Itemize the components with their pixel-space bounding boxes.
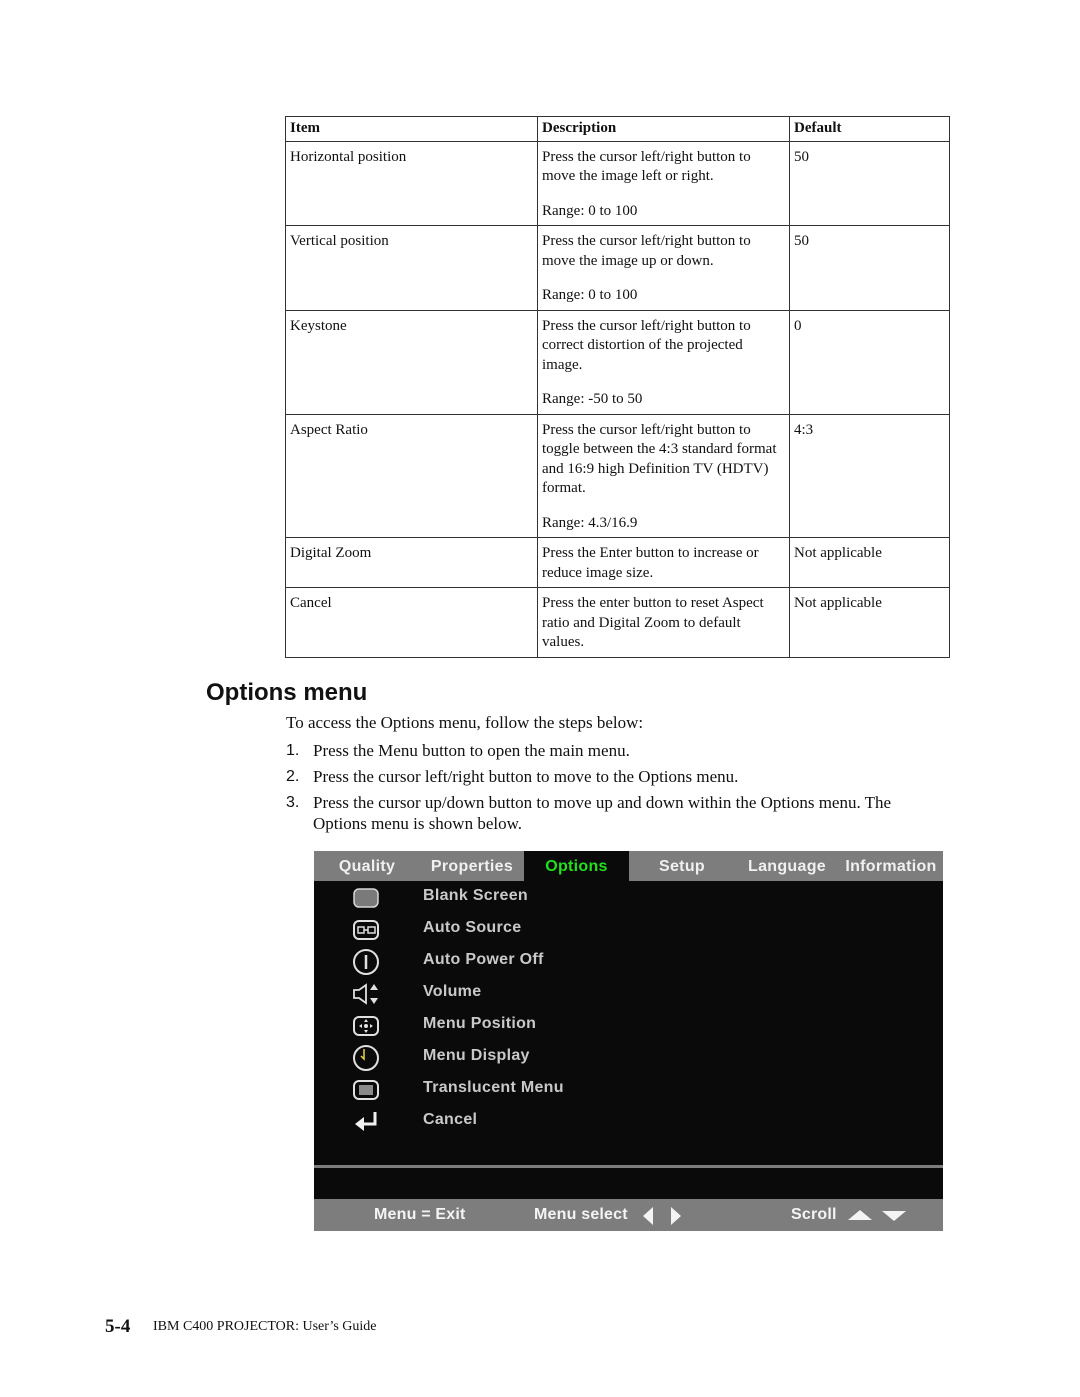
cell-item: Digital Zoom [285, 537, 538, 588]
cell-description: Press the cursor left/right button to mo… [537, 225, 790, 311]
range-text: Range: 4.3/16.9 [542, 514, 638, 531]
cell-description: Press the Enter button to increase or re… [537, 537, 790, 588]
osd-footer-bar: Menu = Exit Menu select Scroll [314, 1199, 943, 1231]
step-text: Press the cursor left/right button to mo… [313, 767, 739, 786]
menu-item-auto-source[interactable]: Auto Source [314, 914, 943, 946]
column-header-default: Default [789, 116, 950, 142]
step-text: Press the cursor up/down button to move … [313, 793, 892, 833]
menu-item-label: Cancel [423, 1111, 478, 1128]
menu-item-label: Blank Screen [423, 887, 528, 904]
translucent-icon [353, 1080, 379, 1100]
osd-divider [314, 1165, 943, 1168]
page-number: 5-4 [105, 1316, 131, 1337]
osd-tab-bar: Quality Properties Options Setup Languag… [314, 851, 943, 881]
document-title: IBM C400 PROJECTOR: User’s Guide [153, 1319, 377, 1334]
cell-default: 0 [789, 309, 950, 415]
auto-source-icon [353, 920, 379, 940]
step-text: Press the Menu button to open the main m… [313, 741, 630, 760]
menu-item-label: Translucent Menu [423, 1079, 564, 1096]
options-menu-osd: Quality Properties Options Setup Languag… [314, 851, 943, 1231]
step-item: 1. Press the Menu button to open the main… [286, 740, 936, 761]
cell-description: Press the enter button to reset Aspect r… [537, 587, 790, 658]
cell-item: Keystone [285, 309, 538, 415]
settings-table: Item Description Default Horizontal posi… [285, 116, 950, 658]
menu-position-icon [353, 1016, 379, 1036]
menu-exit-hint: Menu = Exit [374, 1206, 466, 1223]
tab-setup[interactable]: Setup [629, 851, 735, 881]
menu-item-translucent-menu[interactable]: Translucent Menu [314, 1074, 943, 1106]
step-number: 2. [286, 768, 300, 785]
range-text: Range: 0 to 100 [542, 202, 638, 219]
table-row: Aspect Ratio Press the cursor left/right… [285, 413, 950, 538]
menu-item-label: Menu Position [423, 1015, 537, 1032]
description-text: Press the enter button to reset Aspect r… [542, 595, 764, 650]
cell-default: Not applicable [789, 537, 950, 588]
step-number: 1. [286, 742, 300, 759]
menu-select-hint: Menu select [534, 1206, 628, 1223]
up-down-arrows-icon [848, 1210, 906, 1221]
cell-item: Aspect Ratio [285, 413, 538, 538]
menu-item-auto-power-off[interactable]: Auto Power Off [314, 946, 943, 978]
tab-properties[interactable]: Properties [420, 851, 524, 881]
menu-item-volume[interactable]: Volume [314, 978, 943, 1010]
step-item: 3. Press the cursor up/down button to mov… [286, 792, 936, 834]
tab-language[interactable]: Language [735, 851, 839, 881]
column-header-description: Description [537, 116, 790, 142]
menu-item-label: Auto Source [423, 919, 522, 936]
table-row: Digital Zoom Press the Enter button to i… [285, 537, 950, 588]
description-text: Press the cursor left/right button to co… [542, 317, 751, 373]
clock-icon [353, 1045, 379, 1071]
table-header-row: Item Description Default [285, 116, 950, 142]
range-text: Range: -50 to 50 [542, 391, 643, 407]
menu-item-label: Menu Display [423, 1047, 530, 1064]
enter-return-icon [355, 1112, 377, 1131]
cell-default: 50 [789, 140, 950, 226]
table-row: Vertical position Press the cursor left/… [285, 225, 950, 311]
menu-item-label: Volume [423, 983, 482, 1000]
left-right-arrows-icon [643, 1207, 681, 1225]
description-text: Press the cursor left/right button to to… [542, 421, 777, 497]
section-heading: Options menu [206, 679, 368, 706]
description-text: Press the cursor left/right button to mo… [542, 233, 751, 269]
menu-item-label: Auto Power Off [423, 951, 544, 968]
cell-default: 4:3 [789, 413, 950, 538]
column-header-item: Item [285, 116, 538, 142]
menu-item-cancel[interactable]: Cancel [314, 1106, 943, 1138]
steps-list: 1. Press the Menu button to open the main… [286, 740, 936, 839]
cell-item: Vertical position [285, 225, 538, 311]
power-icon [353, 949, 379, 975]
range-text: Range: 0 to 100 [542, 287, 638, 303]
intro-text: To access the Options menu, follow the s… [286, 713, 644, 732]
cell-description: Press the cursor left/right button to mo… [537, 140, 790, 226]
blank-screen-icon [353, 888, 379, 908]
table-row: Cancel Press the enter button to reset A… [285, 587, 950, 658]
cell-item: Horizontal position [285, 140, 538, 226]
tab-options[interactable]: Options [524, 851, 629, 881]
cell-default: 50 [789, 225, 950, 311]
cell-item: Cancel [285, 587, 538, 658]
tab-information[interactable]: Information [839, 851, 943, 881]
description-text: Press the Enter button to increase or re… [542, 545, 759, 581]
step-number: 3. [286, 794, 300, 811]
cell-default: Not applicable [789, 587, 950, 658]
table-row: Horizontal position Press the cursor lef… [285, 140, 950, 226]
tab-quality[interactable]: Quality [314, 851, 420, 881]
menu-item-menu-position[interactable]: Menu Position [314, 1010, 943, 1042]
table-row: Keystone Press the cursor left/right but… [285, 309, 950, 415]
menu-item-menu-display[interactable]: Menu Display [314, 1042, 943, 1074]
cell-description: Press the cursor left/right button to co… [537, 309, 790, 415]
scroll-hint: Scroll [791, 1206, 837, 1223]
menu-item-blank-screen[interactable]: Blank Screen [314, 882, 943, 914]
cell-description: Press the cursor left/right button to to… [537, 413, 790, 538]
description-text: Press the cursor left/right button to mo… [542, 148, 751, 185]
step-item: 2. Press the cursor left/right button to … [286, 766, 936, 787]
volume-icon [353, 983, 378, 1005]
